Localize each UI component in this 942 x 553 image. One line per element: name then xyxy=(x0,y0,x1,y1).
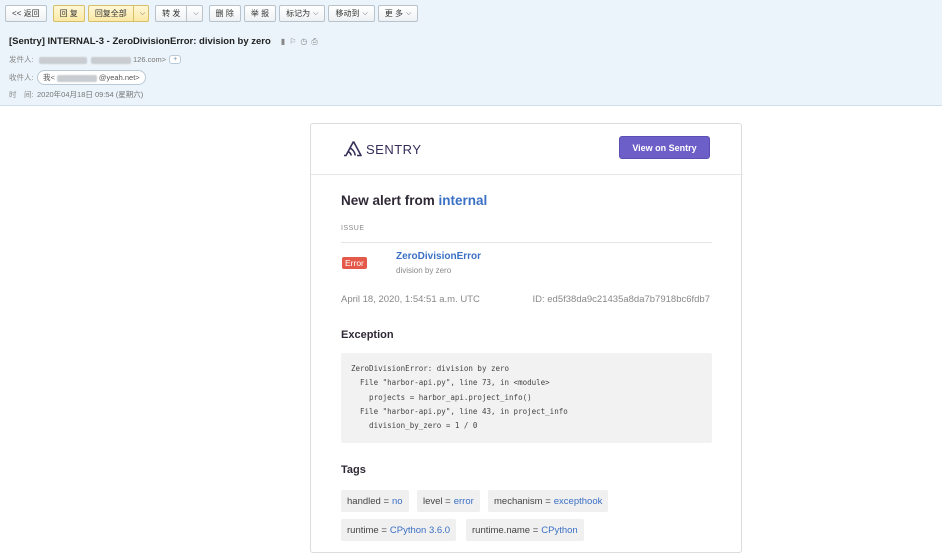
reply-all-dropdown[interactable]: ⌵ xyxy=(133,5,150,22)
project-link[interactable]: internal xyxy=(439,193,488,208)
issue-section-label: ISSUE xyxy=(341,225,365,232)
tag-value: CPython xyxy=(541,524,578,536)
alert-title: New alert from internal xyxy=(341,193,487,208)
issue-title-link[interactable]: ZeroDivisionError xyxy=(396,251,481,262)
reply-all-button[interactable]: 回复全部 xyxy=(87,5,134,22)
alert-prefix: New alert from xyxy=(341,193,435,208)
tag-level[interactable]: level = error xyxy=(417,490,480,512)
tag-key: level = xyxy=(423,495,451,507)
to-address[interactable]: 我< @yeah.net> xyxy=(37,70,146,85)
more-label: 更 多 xyxy=(384,9,403,18)
email-body-card: SENTRY View on Sentry New alert from int… xyxy=(310,123,743,553)
to-label: 收件人: xyxy=(9,73,34,82)
tag-value: no xyxy=(392,495,403,507)
chevron-down-icon: ⌵ xyxy=(313,9,319,17)
tag-handled[interactable]: handled = no xyxy=(341,490,409,512)
brand-name: SENTRY xyxy=(366,141,422,157)
print-icon[interactable]: ⎙ xyxy=(311,37,317,47)
chevron-down-icon: ⌵ xyxy=(362,9,368,17)
event-id: ID: ed5f38da9c21435a8da7b7918bc6fdb7 xyxy=(532,294,711,305)
redacted-text xyxy=(91,56,131,64)
exception-heading: Exception xyxy=(341,329,394,341)
divider xyxy=(341,242,712,243)
delete-button[interactable]: 删 除 xyxy=(208,5,241,22)
report-button[interactable]: 举 报 xyxy=(243,5,277,22)
tag-value: error xyxy=(453,495,474,507)
chevron-down-icon: ⌵ xyxy=(139,9,146,17)
mark-as-menu[interactable]: 标记为 ⌵ xyxy=(279,5,326,22)
from-label: 发件人: xyxy=(9,55,34,64)
clock-icon[interactable]: ◷ xyxy=(300,37,307,47)
reply-button[interactable]: 回 复 xyxy=(52,5,85,22)
view-on-sentry-button[interactable]: View on Sentry xyxy=(619,136,710,159)
from-address-suffix: 126.com> xyxy=(133,55,167,64)
time-value: 2020年04月18日 09:54 (星期六) xyxy=(37,90,144,99)
time-label: 时 间: xyxy=(9,90,34,99)
redacted-text xyxy=(39,56,87,64)
tag-key: runtime = xyxy=(347,524,387,536)
add-contact-button[interactable]: + xyxy=(169,55,182,64)
sentry-logo: SENTRY xyxy=(342,140,422,158)
forward-button[interactable]: 转 发 xyxy=(155,5,188,22)
mail-toolbar: << 返回 回 复 回复全部 ⌵ 转 发 ⌵ 删 除 举 报 标记为 ⌵ 移动到 ⌵… xyxy=(5,5,421,22)
tag-mechanism[interactable]: mechanism = excepthook xyxy=(488,490,609,512)
chevron-down-icon: ⌵ xyxy=(193,9,199,17)
from-row: 发件人: 126.com> + xyxy=(9,54,182,65)
flag-icon[interactable]: ⚐ xyxy=(289,37,296,47)
stacktrace-block: ZeroDivisionError: division by zero File… xyxy=(341,353,712,443)
issue-subtitle: division by zero xyxy=(396,266,452,275)
event-date: April 18, 2020, 1:54:51 a.m. UTC xyxy=(341,294,480,305)
tag-runtime[interactable]: runtime = CPython 3.6.0 xyxy=(341,519,457,541)
tag-value: CPython 3.6.0 xyxy=(389,524,451,536)
to-row: 收件人: 我< @yeah.net> xyxy=(9,70,146,85)
back-button[interactable]: << 返回 xyxy=(5,5,47,22)
chevron-down-icon: ⌵ xyxy=(406,9,412,17)
tag-key: handled = xyxy=(347,495,389,507)
bookmark-icon[interactable]: ▮ xyxy=(281,37,285,47)
to-address-prefix: 我< xyxy=(43,73,55,82)
move-to-label: 移动到 xyxy=(335,9,360,18)
level-badge: Error xyxy=(342,257,367,269)
mail-subject: [Sentry] INTERNAL-3 - ZeroDivisionError:… xyxy=(9,36,271,47)
tag-key: runtime.name = xyxy=(472,524,539,536)
tag-key: mechanism = xyxy=(494,495,551,507)
tag-runtime-name[interactable]: runtime.name = CPython xyxy=(466,519,584,541)
more-menu[interactable]: 更 多 ⌵ xyxy=(377,5,419,22)
redacted-text xyxy=(56,74,97,82)
mark-as-label: 标记为 xyxy=(286,9,311,18)
time-row: 时 间: 2020年04月18日 09:54 (星期六) xyxy=(9,89,143,100)
mail-header: << 返回 回 复 回复全部 ⌵ 转 发 ⌵ 删 除 举 报 标记为 ⌵ 移动到 ⌵… xyxy=(0,0,942,106)
sentry-logo-icon xyxy=(344,141,362,157)
to-address-suffix: @yeah.net> xyxy=(98,73,140,82)
from-address[interactable]: 126.com> xyxy=(37,55,166,64)
move-to-menu[interactable]: 移动到 ⌵ xyxy=(328,5,375,22)
divider xyxy=(311,174,743,175)
subject-icons: ▮ ⚐ ◷ ⎙ xyxy=(281,37,318,47)
tag-value: excepthook xyxy=(553,495,603,507)
mail-subject-row: [Sentry] INTERNAL-3 - ZeroDivisionError:… xyxy=(9,36,318,47)
tags-heading: Tags xyxy=(341,464,366,476)
forward-dropdown[interactable]: ⌵ xyxy=(187,5,203,22)
